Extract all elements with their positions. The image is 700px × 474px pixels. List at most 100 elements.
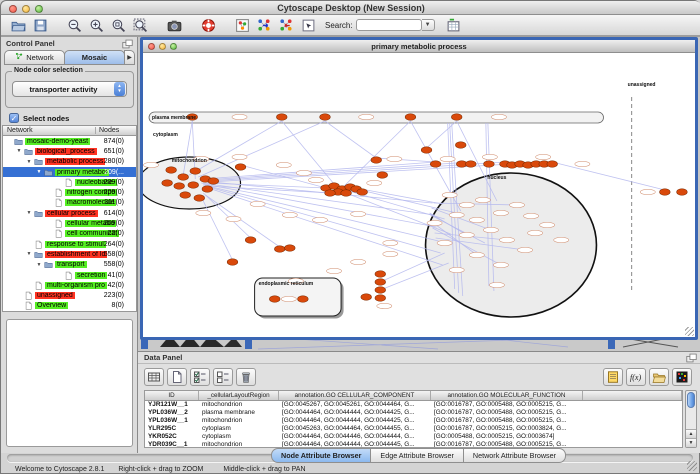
graph-node[interactable] xyxy=(361,294,372,301)
table-cell[interactable]: [GO:0045263, GO:0044464, GO:0044455, G..… xyxy=(279,425,431,433)
graph-node[interactable] xyxy=(451,114,462,121)
disclosure-triangle-icon[interactable]: ▼ xyxy=(25,210,33,216)
graph-node[interactable] xyxy=(269,296,280,303)
graph-node[interactable] xyxy=(298,296,309,303)
table-row[interactable]: YKR052Ccytoplasm[GO:0044464, GO:0044446,… xyxy=(145,433,682,441)
graph-node[interactable] xyxy=(341,190,352,197)
table-cell[interactable]: YJR121W__1 xyxy=(145,401,199,409)
column-header[interactable]: ID xyxy=(145,391,199,400)
graph-node[interactable] xyxy=(180,192,191,199)
network-view-window[interactable]: primary metabolic process plasma membran… xyxy=(140,37,698,340)
network-tree-row[interactable]: multi-organism pro42(0) xyxy=(3,280,136,290)
network-tree-row[interactable]: unassigned223(0) xyxy=(3,290,136,300)
zoom-selected-button[interactable] xyxy=(130,16,150,34)
graph-node[interactable] xyxy=(547,161,558,168)
graph-node[interactable] xyxy=(660,189,671,196)
delete-attribute-button[interactable] xyxy=(236,368,256,386)
table-cell[interactable]: YLR295C xyxy=(145,425,199,433)
export-network-button[interactable] xyxy=(276,16,296,34)
tab-mosaic[interactable]: Mosaic xyxy=(64,50,125,65)
graph-node[interactable] xyxy=(375,295,386,302)
graph-node[interactable] xyxy=(188,182,199,189)
graph-node[interactable] xyxy=(235,164,246,171)
graph-node[interactable] xyxy=(375,271,386,278)
table-row[interactable]: YPL036W__1mitochondrion[GO:0044464, GO:0… xyxy=(145,417,682,425)
network-tree-row[interactable]: cellular metabo209(0) xyxy=(3,218,136,228)
table-row[interactable]: YPL036W__2plasma membrane[GO:0044464, GO… xyxy=(145,409,682,417)
table-cell[interactable]: cytoplasm xyxy=(199,433,279,441)
graph-node[interactable] xyxy=(430,161,441,168)
graph-node[interactable] xyxy=(284,245,295,252)
table-cell[interactable]: [GO:0016787, GO:0005488, GO:0005215, G..… xyxy=(431,409,583,417)
scroll-up-button[interactable]: ▲ xyxy=(686,429,696,438)
graph-node[interactable] xyxy=(162,180,173,187)
table-cell[interactable]: plasma membrane xyxy=(199,409,279,417)
network-tree-row[interactable]: ▼establishment of lo558(0) xyxy=(3,249,136,259)
table-cell[interactable]: YKR052C xyxy=(145,433,199,441)
table-row[interactable]: YLR295Ccytoplasm[GO:0045263, GO:0044464,… xyxy=(145,425,682,433)
zoom-in-button[interactable] xyxy=(86,16,106,34)
network-tree-row[interactable]: ▼transport558(0) xyxy=(3,260,136,270)
new-attribute-button[interactable] xyxy=(167,368,187,386)
disclosure-triangle-icon[interactable]: ▼ xyxy=(25,251,33,257)
disclosure-triangle-icon[interactable]: ▼ xyxy=(25,159,33,165)
import-network-button[interactable] xyxy=(254,16,274,34)
graph-node[interactable] xyxy=(455,142,466,149)
tab-node-attribute-browser[interactable]: Node Attribute Browser xyxy=(271,448,371,463)
import-attributes-button[interactable] xyxy=(649,368,669,386)
table-cell[interactable]: [GO:0045267, GO:0045261, GO:0044464, G..… xyxy=(279,401,431,409)
tab-edge-attribute-browser[interactable]: Edge Attribute Browser xyxy=(370,448,464,463)
float-data-panel-icon[interactable] xyxy=(686,353,697,363)
network-tree-row[interactable]: nitrogen compo209(0) xyxy=(3,187,136,197)
graph-node[interactable] xyxy=(194,195,205,202)
network-tree-row[interactable]: ▼cellular process614(0) xyxy=(3,208,136,218)
table-cell[interactable]: [GO:0016787, GO:0005488, GO:0005215, G..… xyxy=(431,401,583,409)
graph-node[interactable] xyxy=(202,186,213,193)
select-attributes-button[interactable] xyxy=(190,368,210,386)
table-cell[interactable]: YPL036W__2 xyxy=(145,409,199,417)
network-window-titlebar[interactable]: primary metabolic process xyxy=(143,40,695,53)
tab-network[interactable]: Network xyxy=(4,50,65,65)
network-tree-row[interactable]: Overview8(0) xyxy=(3,301,136,311)
select-nodes-checkbox[interactable]: ✓ xyxy=(9,113,19,123)
graph-node[interactable] xyxy=(208,178,219,185)
table-cell[interactable]: [GO:0005488, GO:0005215, GO:0003674] xyxy=(431,433,583,441)
import-table-button[interactable] xyxy=(444,16,464,34)
help-button[interactable] xyxy=(198,16,218,34)
table-cell[interactable]: [GO:0016787, GO:0005488, GO:0005215, G..… xyxy=(431,417,583,425)
graph-node[interactable] xyxy=(375,287,386,294)
graph-node[interactable] xyxy=(465,161,476,168)
table-cell[interactable]: [GO:0044464, GO:0044446, GO:0044444, G..… xyxy=(279,433,431,441)
graph-node[interactable] xyxy=(174,183,185,190)
table-row[interactable]: YJR121W__1mitochondrion[GO:0045267, GO:0… xyxy=(145,401,682,409)
graph-node[interactable] xyxy=(677,189,688,196)
notes-button[interactable] xyxy=(603,368,623,386)
graph-node[interactable] xyxy=(357,189,368,196)
graph-node[interactable] xyxy=(274,246,285,253)
table-cell[interactable]: [GO:0044464, GO:0044444, GO:0044425, G..… xyxy=(279,417,431,425)
table-cell[interactable]: [GO:0016787, GO:0005215, GO:0003824, G..… xyxy=(431,425,583,433)
column-header[interactable]: annotation.GO CELLULAR_COMPONENT xyxy=(279,391,431,400)
search-input[interactable] xyxy=(356,19,422,31)
layout-button[interactable] xyxy=(232,16,252,34)
scroll-down-button[interactable]: ▼ xyxy=(686,438,696,447)
graph-node[interactable] xyxy=(371,157,382,164)
network-tree-row[interactable]: ▼primary metabol209(... xyxy=(3,167,136,177)
network-tree-row[interactable]: nucleobase-209(0) xyxy=(3,177,136,187)
table-cell[interactable]: mitochondrion xyxy=(199,441,279,448)
column-header[interactable]: _cellularLayoutRegion xyxy=(199,391,279,400)
disclosure-triangle-icon[interactable]: ▼ xyxy=(35,262,43,268)
graph-node[interactable] xyxy=(245,237,256,244)
graph-node[interactable] xyxy=(377,172,388,179)
node-color-select[interactable]: transporter activity ▲▼ xyxy=(12,81,127,97)
annotation-button[interactable] xyxy=(298,16,318,34)
graph-node[interactable] xyxy=(484,161,495,168)
function-builder-button[interactable]: f(x) xyxy=(626,368,646,386)
open-button[interactable] xyxy=(8,16,28,34)
column-header[interactable]: annotation.GO MOLECULAR_FUNCTION xyxy=(431,391,583,400)
network-tree-row[interactable]: macromolecule311(0) xyxy=(3,198,136,208)
network-tree-row[interactable]: ▼metabolic process280(0) xyxy=(3,157,136,167)
unselect-attributes-button[interactable] xyxy=(213,368,233,386)
network-tree-row[interactable]: response to stimul264(0) xyxy=(3,239,136,249)
table-cell[interactable]: YDR039C__1 xyxy=(145,441,199,448)
